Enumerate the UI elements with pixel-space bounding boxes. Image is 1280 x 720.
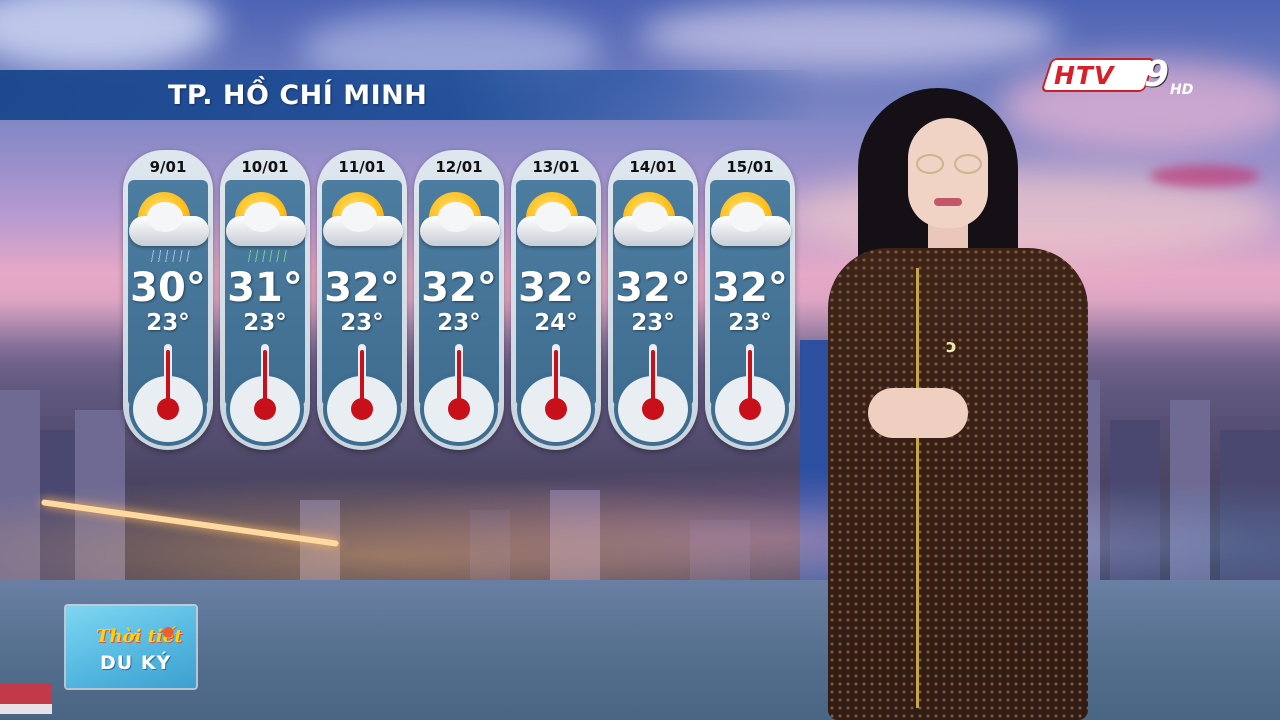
forecast-high-temp: 32° <box>615 265 691 311</box>
forecast-date: 9/01 <box>149 158 187 176</box>
forecast-date: 11/01 <box>338 158 386 176</box>
forecast-high-temp: 31° <box>227 265 303 311</box>
forecast-date: 15/01 <box>726 158 774 176</box>
forecast-card: 13/01 32° 24° <box>511 150 601 450</box>
location-title: TP. HỒ CHÍ MINH <box>168 80 428 111</box>
weather-presenter: ↄ <box>828 88 1108 720</box>
forecast-card: 14/01 32° 23° <box>608 150 698 450</box>
forecast-card: 10/01 31° 23° <box>220 150 310 450</box>
program-logo: Thời tiết ● DU KÝ <box>66 606 196 688</box>
forecast-date: 12/01 <box>435 158 483 176</box>
forecast-low-temp: 23° <box>631 310 675 336</box>
forecast-low-temp: 24° <box>534 310 578 336</box>
map-pin-icon: ● <box>162 624 175 640</box>
forecast-date: 14/01 <box>629 158 677 176</box>
forecast-high-temp: 32° <box>518 265 594 311</box>
boat <box>0 684 52 714</box>
forecast-high-temp: 32° <box>421 265 497 311</box>
program-logo-line2: DU KÝ <box>100 652 172 674</box>
forecast-high-temp: 32° <box>712 265 788 311</box>
forecast-low-temp: 23° <box>146 310 190 336</box>
forecast-low-temp: 23° <box>728 310 772 336</box>
forecast-low-temp: 23° <box>243 310 287 336</box>
forecast-high-temp: 30° <box>130 265 206 311</box>
forecast-date: 13/01 <box>532 158 580 176</box>
forecast-card: 12/01 32° 23° <box>414 150 504 450</box>
forecast-card: 15/01 32° 23° <box>705 150 795 450</box>
forecast-high-temp: 32° <box>324 265 400 311</box>
forecast-card: 11/01 32° 23° <box>317 150 407 450</box>
forecast-low-temp: 23° <box>437 310 481 336</box>
forecast-card: 9/01 30° 23° <box>123 150 213 450</box>
forecast-date: 10/01 <box>241 158 289 176</box>
forecast-low-temp: 23° <box>340 310 384 336</box>
